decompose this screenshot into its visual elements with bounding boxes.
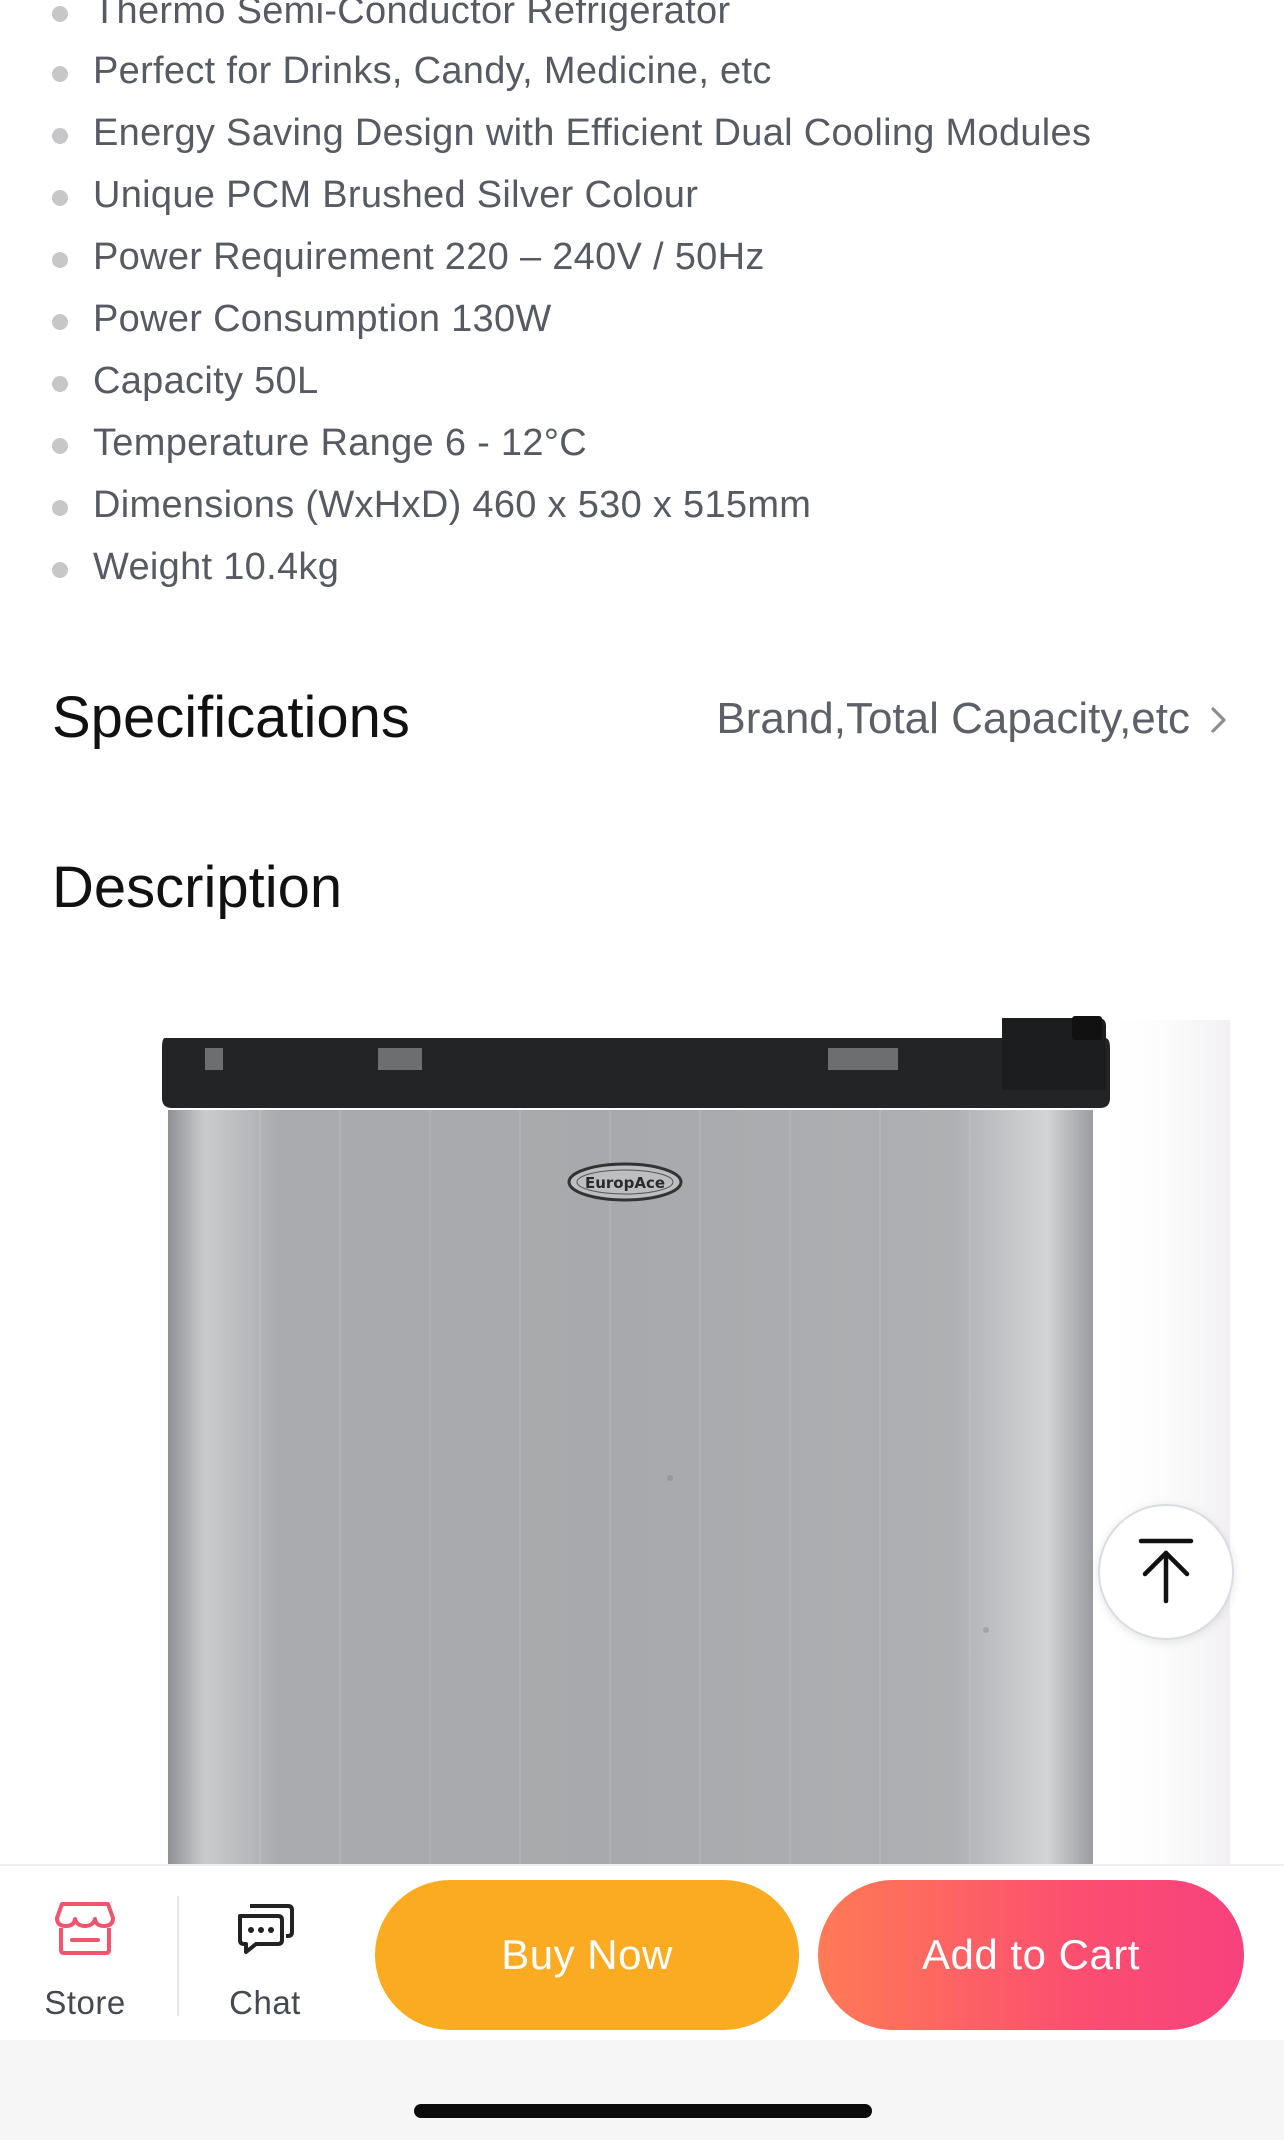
feature-text: Perfect for Drinks, Candy, Medicine, etc	[93, 50, 772, 92]
feature-text: Weight 10.4kg	[93, 546, 340, 588]
specifications-summary: Brand,Total Capacity,etc	[716, 694, 1190, 743]
description-title: Description	[52, 855, 343, 920]
feature-text: Energy Saving Design with Efficient Dual…	[93, 112, 1092, 154]
chat-button[interactable]: Chat	[180, 1866, 350, 2042]
chat-icon	[238, 1904, 294, 1954]
feature-text: Thermo Semi-Conductor Refrigerator	[93, 0, 731, 32]
store-icon	[55, 1902, 115, 1955]
scroll-to-top-button[interactable]	[1098, 1504, 1234, 1640]
bullet-dot	[52, 190, 68, 206]
bullet-dot	[52, 314, 68, 330]
bullet-dot	[52, 6, 68, 22]
buy-now-button[interactable]: Buy Now	[375, 1880, 799, 2030]
specifications-title: Specifications	[52, 685, 410, 750]
home-indicator-area	[0, 2040, 1284, 2140]
brand-logo-text: EuropAce	[585, 1174, 665, 1192]
feature-text: Power Consumption 130W	[93, 298, 552, 340]
bullet-dot	[52, 500, 68, 516]
add-to-cart-button[interactable]: Add to Cart	[818, 1880, 1244, 2030]
feature-text: Capacity 50L	[93, 360, 319, 402]
store-label: Store	[44, 1984, 126, 2021]
bullet-dot	[52, 252, 68, 268]
bullet-dot	[52, 128, 68, 144]
bullet-dot	[52, 66, 68, 82]
chevron-right-icon	[1211, 707, 1226, 733]
feature-text: Power Requirement 220 – 240V / 50Hz	[93, 236, 765, 278]
product-image: EuropAce	[162, 1016, 1230, 1865]
bullet-dot	[52, 438, 68, 454]
specifications-row[interactable]: Specifications Brand,Total Capacity,etc	[0, 672, 1284, 762]
store-button[interactable]: Store	[0, 1866, 170, 2042]
feature-text: Unique PCM Brushed Silver Colour	[93, 174, 699, 216]
chat-label: Chat	[229, 1984, 301, 2021]
home-indicator[interactable]	[414, 2104, 872, 2118]
bullet-dot	[52, 562, 68, 578]
arrow-up-to-top-icon	[1138, 1538, 1194, 1604]
divider	[177, 1896, 179, 2016]
bottom-action-bar: Store Chat Buy Now Add to Cart	[0, 1864, 1284, 2042]
bullet-dot	[52, 376, 68, 392]
feature-text: Dimensions (WxHxD) 460 x 530 x 515mm	[93, 484, 812, 526]
feature-text: Temperature Range 6 - 12°C	[93, 422, 588, 464]
